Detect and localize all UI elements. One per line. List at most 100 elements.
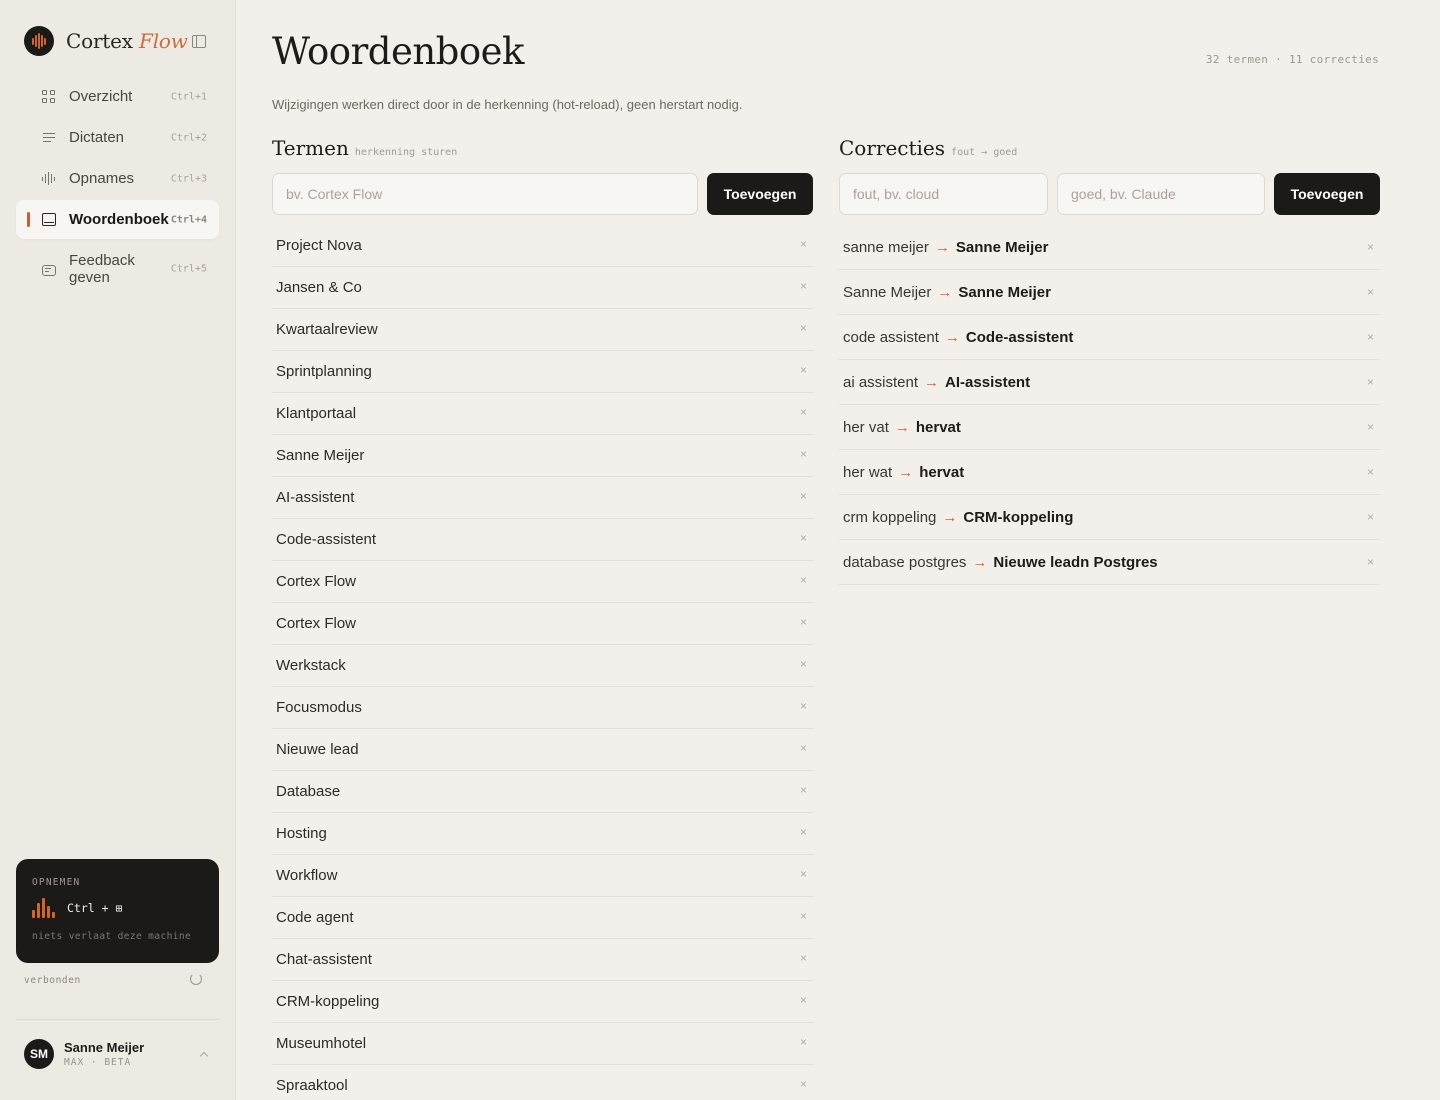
remove-term-icon[interactable]: ×: [800, 1077, 807, 1091]
record-shortcut: Ctrl + ⊞: [67, 901, 123, 915]
shortcut-hint: Ctrl+3: [170, 173, 207, 184]
remove-term-icon[interactable]: ×: [800, 657, 807, 671]
terms-title: Termen: [272, 136, 349, 160]
add-correction-button[interactable]: Toevoegen: [1274, 173, 1380, 215]
term-label: Cortex Flow: [276, 615, 357, 632]
remove-term-icon[interactable]: ×: [800, 321, 807, 335]
term-input[interactable]: [272, 173, 698, 215]
remove-correction-icon[interactable]: ×: [1367, 240, 1374, 254]
correction-from: ai assistent: [843, 374, 919, 391]
correction-pair: her vat → hervat: [843, 419, 961, 436]
corrections-title: Correcties: [839, 136, 946, 160]
remove-term-icon[interactable]: ×: [800, 489, 807, 503]
term-label: Museumhotel: [276, 1035, 367, 1052]
term-row: Hosting ×: [272, 813, 813, 855]
correction-row: her wat → hervat ×: [839, 450, 1380, 495]
remove-term-icon[interactable]: ×: [800, 405, 807, 419]
remove-correction-icon[interactable]: ×: [1367, 510, 1374, 524]
correction-pair: crm koppeling → CRM-koppeling: [843, 509, 1073, 526]
term-row: Workflow ×: [272, 855, 813, 897]
correction-to: Sanne Meijer: [955, 239, 1049, 256]
remove-term-icon[interactable]: ×: [800, 783, 807, 797]
avatar: SM: [24, 1039, 54, 1069]
term-label: Workflow: [276, 867, 338, 884]
terms-list: Project Nova × Jansen & Co × Kwartaalreview ×…: [272, 225, 813, 1100]
correction-from: Sanne Meijer: [843, 284, 932, 301]
shortcut-hint: Ctrl+2: [170, 132, 207, 143]
term-row: CRM-koppeling ×: [272, 981, 813, 1023]
waveform-icon: [32, 898, 55, 918]
refresh-icon[interactable]: [190, 973, 202, 985]
remove-term-icon[interactable]: ×: [800, 951, 807, 965]
book-icon: [42, 213, 56, 226]
remove-correction-icon[interactable]: ×: [1367, 420, 1374, 434]
remove-correction-icon[interactable]: ×: [1367, 375, 1374, 389]
remove-term-icon[interactable]: ×: [800, 741, 807, 755]
sidebar-item-overzicht[interactable]: Overzicht Ctrl+1: [16, 77, 219, 116]
correction-to: Code-assistent: [965, 329, 1074, 346]
remove-term-icon[interactable]: ×: [800, 279, 807, 293]
correction-pair: sanne meijer → Sanne Meijer: [843, 239, 1048, 256]
remove-term-icon[interactable]: ×: [800, 699, 807, 713]
remove-correction-icon[interactable]: ×: [1367, 465, 1374, 479]
term-row: Nieuwe lead ×: [272, 729, 813, 771]
divider: [16, 1019, 219, 1020]
term-row: Cortex Flow ×: [272, 561, 813, 603]
remove-term-icon[interactable]: ×: [800, 363, 807, 377]
term-row: Code agent ×: [272, 897, 813, 939]
remove-term-icon[interactable]: ×: [800, 1035, 807, 1049]
remove-term-icon[interactable]: ×: [800, 825, 807, 839]
term-label: Klantportaal: [276, 405, 357, 422]
term-label: Sanne Meijer: [276, 447, 365, 464]
term-row: Jansen & Co ×: [272, 267, 813, 309]
arrow-right-icon: →: [942, 509, 958, 526]
term-row: Museumhotel ×: [272, 1023, 813, 1065]
term-row: Chat-assistent ×: [272, 939, 813, 981]
remove-term-icon[interactable]: ×: [800, 993, 807, 1007]
sidebar-toggle-icon[interactable]: [192, 35, 206, 48]
arrow-right-icon: →: [934, 239, 950, 256]
sidebar-item-woordenboek[interactable]: Woordenboek Ctrl+4: [16, 200, 219, 239]
correction-row: her vat → hervat ×: [839, 405, 1380, 450]
correction-pair: ai assistent → AI-assistent: [843, 374, 1030, 391]
shortcut-hint: Ctrl+1: [170, 91, 207, 102]
remove-term-icon[interactable]: ×: [800, 573, 807, 587]
correction-to: hervat: [919, 464, 965, 481]
arrow-right-icon: →: [924, 374, 940, 391]
correction-row: crm koppeling → CRM-koppeling ×: [839, 495, 1380, 540]
remove-term-icon[interactable]: ×: [800, 447, 807, 461]
correction-from: crm koppeling: [843, 509, 937, 526]
brand[interactable]: Cortex Flow: [24, 26, 188, 56]
remove-term-icon[interactable]: ×: [800, 531, 807, 545]
remove-correction-icon[interactable]: ×: [1367, 555, 1374, 569]
record-title: OPNEMEN: [32, 877, 81, 888]
term-label: Focusmodus: [276, 699, 362, 716]
chevron-up-icon[interactable]: [199, 1051, 209, 1061]
sidebar-item-feedback[interactable]: Feedback geven Ctrl+5: [16, 241, 219, 297]
term-row: Klantportaal ×: [272, 393, 813, 435]
term-row: AI-assistent ×: [272, 477, 813, 519]
correction-row: ai assistent → AI-assistent ×: [839, 360, 1380, 405]
term-row: Project Nova ×: [272, 225, 813, 267]
sidebar-item-label: Opnames: [69, 170, 135, 187]
sidebar-item-dictaten[interactable]: Dictaten Ctrl+2: [16, 118, 219, 157]
remove-correction-icon[interactable]: ×: [1367, 330, 1374, 344]
remove-term-icon[interactable]: ×: [800, 867, 807, 881]
sidebar-item-opnames[interactable]: Opnames Ctrl+3: [16, 159, 219, 198]
shortcut-hint: Ctrl+4: [170, 214, 207, 225]
remove-correction-icon[interactable]: ×: [1367, 285, 1374, 299]
sidebar-nav: Overzicht Ctrl+1 Dictaten Ctrl+2 Opnames…: [16, 77, 219, 299]
user-profile[interactable]: SM Sanne Meijer MAX · BETA: [24, 1039, 144, 1069]
wrong-input[interactable]: [839, 173, 1048, 215]
remove-term-icon[interactable]: ×: [800, 615, 807, 629]
corrections-heading: Correcties fout → goed: [839, 136, 1017, 160]
terms-heading: Termen herkenning sturen: [272, 136, 457, 160]
record-card[interactable]: OPNEMEN Ctrl + ⊞ niets verlaat deze mach…: [16, 859, 219, 963]
correction-to: Nieuwe leadn Postgres: [993, 554, 1158, 571]
right-input[interactable]: [1057, 173, 1265, 215]
correction-pair: code assistent → Code-assistent: [843, 329, 1073, 346]
remove-term-icon[interactable]: ×: [800, 237, 807, 251]
remove-term-icon[interactable]: ×: [800, 909, 807, 923]
term-label: Database: [276, 783, 341, 800]
add-term-button[interactable]: Toevoegen: [707, 173, 813, 215]
